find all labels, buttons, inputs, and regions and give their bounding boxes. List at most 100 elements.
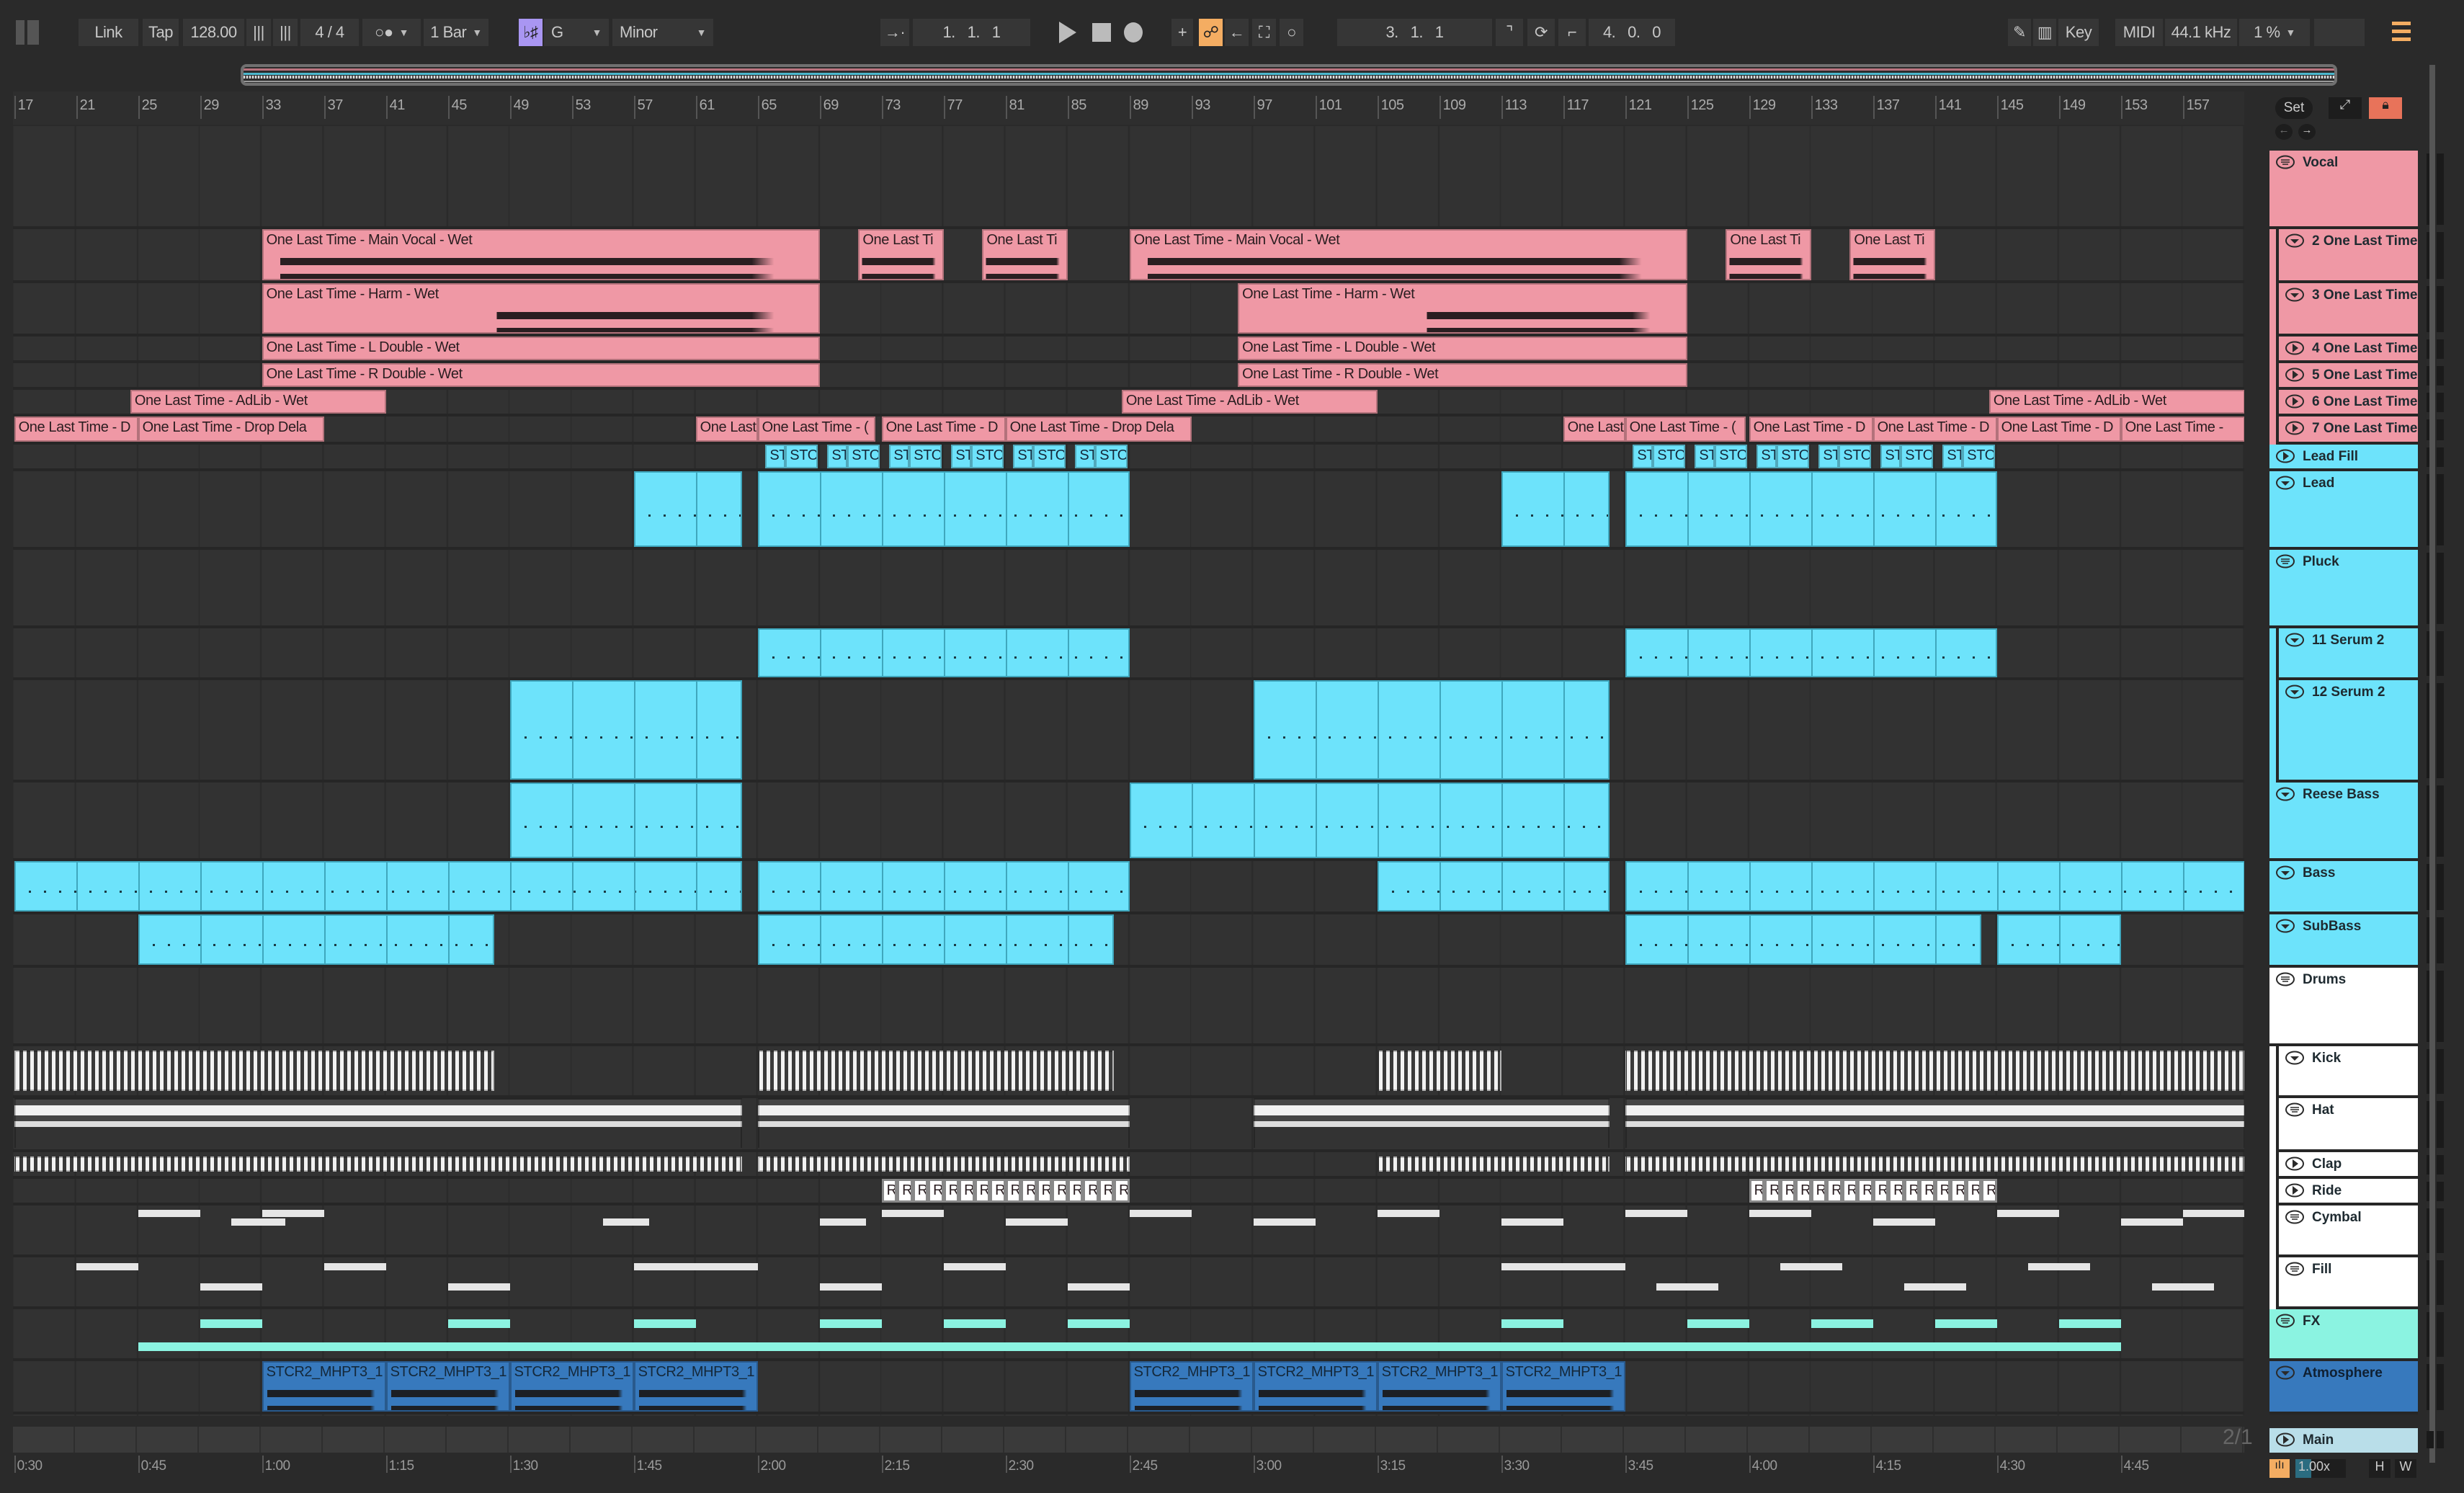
track-lane[interactable] xyxy=(13,1257,2244,1309)
track-header-fx[interactable]: FX xyxy=(2269,1309,2418,1361)
draw-envelope-icon[interactable]: ⤢ xyxy=(2329,97,2362,119)
track-header-lead[interactable]: Lead xyxy=(2269,471,2418,550)
clip[interactable] xyxy=(819,1319,882,1328)
clip[interactable] xyxy=(200,1319,262,1328)
clip[interactable]: Ri xyxy=(897,1179,913,1203)
clip[interactable] xyxy=(757,914,1115,965)
clip[interactable]: Ri xyxy=(1934,1179,1951,1203)
clip[interactable]: STCR2_MHPT3_1 xyxy=(262,1361,386,1412)
group-fold-icon[interactable] xyxy=(2275,1314,2295,1328)
group-fold-icon[interactable] xyxy=(2285,1102,2305,1117)
clip[interactable]: STCR2_MHPT3_1 xyxy=(1501,1361,1625,1412)
clip[interactable]: Ri xyxy=(1764,1179,1780,1203)
clip[interactable]: One Last Time - AdLib - Wet xyxy=(1121,390,1378,414)
group-fold-icon[interactable] xyxy=(2285,1210,2305,1224)
clip[interactable]: R xyxy=(881,1179,898,1203)
song-position-field[interactable]: 1. 1. 1 xyxy=(913,19,1030,46)
clip[interactable]: STO xyxy=(1653,445,1686,468)
loop-length-field[interactable]: 4. 0. 0 xyxy=(1589,19,1675,46)
clip[interactable] xyxy=(1625,1210,1687,1217)
fold-collapsed-icon[interactable] xyxy=(2285,341,2305,355)
clip[interactable]: ST xyxy=(1757,445,1777,468)
track-lane[interactable] xyxy=(13,783,2244,861)
clip[interactable] xyxy=(819,1283,882,1291)
clip[interactable]: One Last Time - Drop Dela xyxy=(138,416,324,442)
clip[interactable] xyxy=(509,680,743,780)
clip[interactable] xyxy=(447,1283,510,1291)
clip[interactable]: STO xyxy=(971,445,1004,468)
track-lane[interactable] xyxy=(13,1098,2244,1152)
arrangement-lanes[interactable]: One Last Time - Main Vocal - Wet One Last… xyxy=(13,126,2244,1416)
fold-expanded-icon[interactable] xyxy=(2275,865,2295,880)
clip[interactable] xyxy=(1129,1210,1192,1217)
clip[interactable]: STO xyxy=(847,445,880,468)
clip[interactable]: One Last Time - Main Vocal - Wet xyxy=(1129,229,1687,280)
clip[interactable] xyxy=(1625,1156,2244,1172)
clip[interactable] xyxy=(447,1319,510,1328)
loop-switch-icon[interactable]: ⟳ xyxy=(1527,19,1555,46)
clip[interactable] xyxy=(138,1210,200,1217)
clip[interactable]: One Last Time - D xyxy=(1749,416,1873,442)
clip[interactable]: ST xyxy=(1942,445,1963,468)
clip[interactable] xyxy=(262,1210,324,1217)
clip[interactable] xyxy=(14,861,743,912)
clip[interactable] xyxy=(2182,1210,2244,1217)
clip[interactable]: One Last Ti xyxy=(1726,229,1811,280)
clip[interactable] xyxy=(1253,680,1610,780)
automation-arm-icon[interactable]: ☍ xyxy=(1199,19,1223,46)
clip[interactable]: STCR2_MHPT3_1 xyxy=(1129,1361,1254,1412)
group-fold-icon[interactable] xyxy=(2275,554,2295,569)
clip[interactable]: ST xyxy=(1695,445,1715,468)
clip[interactable]: STO xyxy=(1715,445,1748,468)
clip[interactable] xyxy=(1872,1218,1935,1226)
clip[interactable] xyxy=(1067,1319,1130,1328)
clip[interactable]: STCR2_MHPT3_1 xyxy=(1377,1361,1501,1412)
clip[interactable]: Ri xyxy=(943,1179,960,1203)
clip[interactable] xyxy=(1687,1319,1749,1328)
clip[interactable] xyxy=(1501,1263,1625,1270)
track-lane[interactable] xyxy=(13,680,2244,783)
track-header-fill[interactable]: Fill xyxy=(2276,1257,2418,1309)
clip[interactable]: One Last Time - Main Vocal - Wet xyxy=(262,229,820,280)
clip[interactable]: One Last Time - ( xyxy=(757,416,875,442)
scroll-left-icon[interactable]: ← xyxy=(2275,124,2293,140)
clip[interactable]: STCR2_MHPT3_1 xyxy=(385,1361,510,1412)
clip[interactable] xyxy=(1903,1283,1966,1291)
clip[interactable]: One Last xyxy=(1563,416,1625,442)
track-header-kick[interactable]: Kick xyxy=(2276,1046,2418,1098)
clip[interactable]: STCR2_MHPT3_1 xyxy=(509,1361,634,1412)
group-fold-icon[interactable] xyxy=(2285,1262,2305,1276)
clip[interactable] xyxy=(1625,914,1982,965)
clip[interactable]: STO xyxy=(785,445,818,468)
fold-collapsed-icon[interactable] xyxy=(2285,367,2305,382)
vertical-scrollbar[interactable] xyxy=(2429,65,2435,1463)
clip[interactable]: One Last Time - L Double - Wet xyxy=(262,337,820,360)
clip[interactable]: Ri xyxy=(1067,1179,1084,1203)
clip[interactable] xyxy=(1253,1218,1316,1226)
clip[interactable] xyxy=(1625,1051,2244,1091)
track-lane[interactable] xyxy=(13,1309,2244,1361)
clip[interactable]: R xyxy=(1052,1179,1068,1203)
punch-in-icon[interactable]: ⌝ xyxy=(1496,19,1523,46)
bar-ruler[interactable]: 17 21 25 29 33 37 41 45 49 53 57 61 65 69 73 77 81 85 89 93… xyxy=(13,92,2244,125)
clip[interactable]: One Last Time - D xyxy=(1996,416,2121,442)
clip[interactable] xyxy=(1780,1263,1842,1270)
set-button[interactable]: Set xyxy=(2275,97,2313,119)
track-header-5-one-last-time[interactable]: 5 One Last Time xyxy=(2276,363,2418,390)
track-lane[interactable] xyxy=(13,628,2244,680)
tempo-field[interactable]: 128.00 xyxy=(183,19,244,46)
clip[interactable]: R xyxy=(1795,1179,1811,1203)
clip[interactable]: Ri xyxy=(1842,1179,1858,1203)
fold-expanded-icon[interactable] xyxy=(2285,633,2305,647)
clip[interactable]: ST xyxy=(827,445,848,468)
track-lane[interactable] xyxy=(13,1152,2244,1179)
clip[interactable] xyxy=(1625,1098,2244,1149)
clip[interactable]: ST xyxy=(1075,445,1096,468)
clip[interactable]: One Last Time - ( xyxy=(1625,416,1746,442)
fold-collapsed-icon[interactable] xyxy=(2285,1183,2305,1198)
track-header-bass[interactable]: Bass xyxy=(2269,861,2418,914)
clip[interactable]: One Last Time - R Double - Wet xyxy=(1238,363,1687,387)
track-header-11-serum-2[interactable]: 11 Serum 2 xyxy=(2276,628,2418,680)
clip[interactable] xyxy=(819,1218,867,1226)
loop-start-field[interactable]: 3. 1. 1 xyxy=(1337,19,1492,46)
